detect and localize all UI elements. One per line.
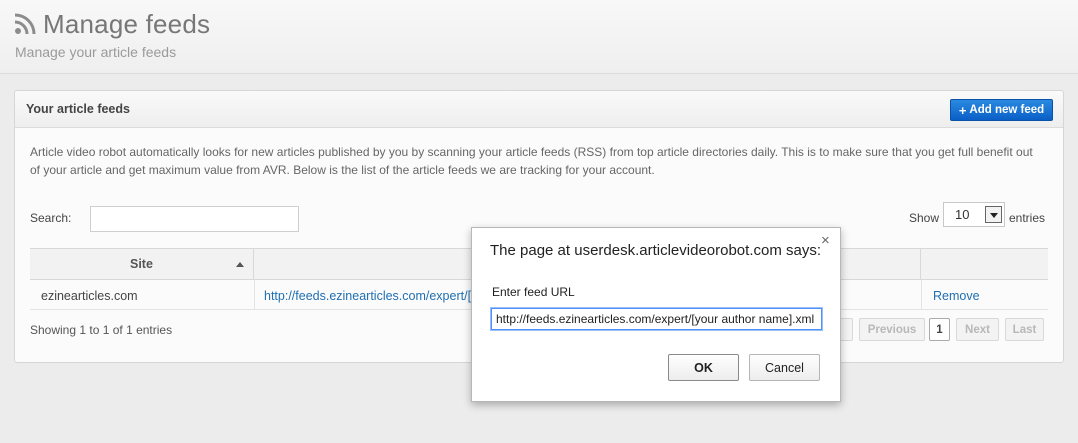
page-length-value: 10 bbox=[955, 207, 970, 222]
page-header: Manage feeds Manage your article feeds bbox=[0, 0, 1078, 74]
feed-url-link[interactable]: http://feeds.ezinearticles.com/expert/[y… bbox=[264, 289, 484, 303]
column-header-site[interactable]: Site bbox=[30, 249, 254, 279]
table-info: Showing 1 to 1 of 1 entries bbox=[30, 323, 173, 337]
panel-header: Your article feeds + Add new feed bbox=[15, 91, 1063, 128]
cell-divider bbox=[921, 280, 922, 310]
feed-url-input[interactable] bbox=[490, 307, 823, 331]
page-length-select[interactable]: 10 bbox=[943, 202, 1005, 227]
add-new-feed-label: Add new feed bbox=[969, 104, 1045, 116]
dialog-title: The page at userdesk.articlevideorobot.c… bbox=[490, 242, 822, 259]
dialog-prompt: Enter feed URL bbox=[492, 285, 575, 299]
intro-text: Article video robot automatically looks … bbox=[30, 145, 1033, 177]
chevron-down-icon[interactable] bbox=[985, 206, 1002, 223]
close-icon[interactable]: × bbox=[821, 232, 830, 249]
cancel-button[interactable]: Cancel bbox=[749, 354, 820, 381]
pagination-last-button[interactable]: Last bbox=[1005, 318, 1044, 341]
add-new-feed-button[interactable]: + Add new feed bbox=[950, 99, 1053, 121]
show-label: Show bbox=[909, 211, 940, 225]
search-input[interactable] bbox=[90, 206, 299, 232]
sort-ascending-icon bbox=[236, 262, 244, 267]
panel-title: Your article feeds bbox=[26, 102, 130, 116]
cell-site: ezinearticles.com bbox=[41, 289, 138, 303]
rss-icon bbox=[14, 13, 36, 35]
pagination-next-button[interactable]: Next bbox=[956, 318, 999, 341]
entries-label: entries bbox=[1009, 211, 1046, 225]
page-subtitle: Manage your article feeds bbox=[15, 44, 177, 60]
plus-icon: + bbox=[958, 102, 967, 118]
page-title: Manage feeds bbox=[43, 9, 211, 39]
search-label: Search: bbox=[30, 211, 72, 225]
cell-divider bbox=[254, 280, 255, 310]
prompt-dialog: The page at userdesk.articlevideorobot.c… bbox=[471, 227, 841, 402]
pagination-previous-button[interactable]: Previous bbox=[859, 318, 925, 341]
pagination-page-1[interactable]: 1 bbox=[929, 318, 950, 341]
remove-link[interactable]: Remove bbox=[933, 289, 980, 303]
ok-button[interactable]: OK bbox=[668, 354, 739, 381]
column-header-site-label: Site bbox=[130, 257, 153, 271]
